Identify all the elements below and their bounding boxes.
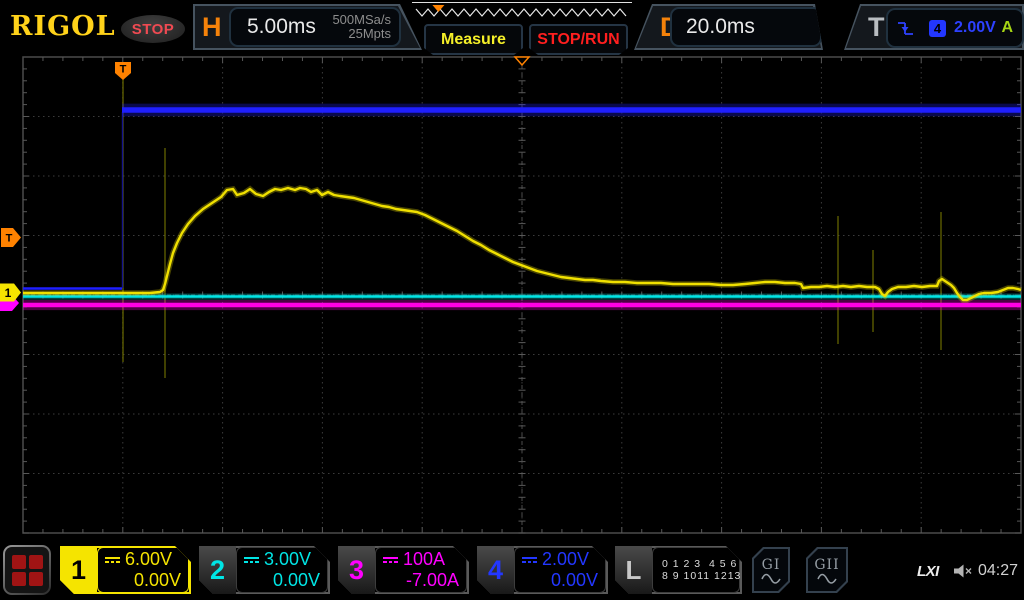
- horizontal-panel[interactable]: H 5.00ms 500MSa/s 25Mpts: [193, 4, 422, 50]
- svg-text:1: 1: [5, 286, 12, 300]
- channel-4-offset: 0.00V: [551, 570, 598, 591]
- channel-2-offset: 0.00V: [273, 570, 320, 591]
- rigol-logo: RIGOL: [10, 11, 116, 42]
- logic-channel-list: 0 1 2 3 4 5 6 7 8 9 1011 12131415: [652, 547, 740, 593]
- dc-coupling-icon: [522, 557, 537, 563]
- trigger-panel[interactable]: T 4 2.00V A: [844, 4, 1024, 50]
- logic-row-1: 0 1 2 3 4 5 6 7: [662, 558, 732, 570]
- acquisition-status-badge: STOP: [121, 15, 185, 43]
- memory-position-bar[interactable]: [412, 2, 632, 22]
- trigger-source-badge: 4: [929, 20, 946, 37]
- svg-text:T: T: [120, 64, 127, 76]
- channel-1-values: 6.00V 0.00V: [97, 547, 189, 593]
- memory-position-zigzag: [412, 3, 632, 22]
- channel-2-button[interactable]: 2 3.00V 0.00V: [199, 546, 330, 594]
- trigger-mode: A: [1001, 19, 1013, 37]
- channel-3-offset: -7.00A: [406, 570, 459, 591]
- channel-3-scale: 100A: [403, 549, 445, 570]
- channel-3-button[interactable]: 3 100A -7.00A: [338, 546, 469, 594]
- trigger-center-indicator: [515, 57, 529, 65]
- timebase-box: 5.00ms 500MSa/s 25Mpts: [229, 7, 401, 47]
- timebase-value: 5.00ms: [247, 15, 316, 39]
- trigger-slope-falling-icon: [896, 19, 915, 37]
- stop-run-button[interactable]: STOP/RUN: [529, 24, 628, 55]
- sine-wave-icon: [817, 573, 837, 584]
- oscilloscope-screen: { "header": { "logo": "RIGOL", "acq_stat…: [0, 0, 1024, 600]
- stop-run-button-label: STOP/RUN: [537, 31, 619, 49]
- horizontal-label: H: [202, 12, 222, 43]
- generator-1-button[interactable]: GI: [752, 547, 790, 593]
- svg-text:T: T: [6, 233, 13, 245]
- measure-button[interactable]: Measure: [424, 24, 523, 55]
- speaker-muted-icon[interactable]: [953, 563, 973, 579]
- channel-4-values: 2.00V 0.00V: [514, 547, 606, 593]
- dc-coupling-icon: [105, 557, 120, 563]
- menu-grid-icon: [5, 547, 49, 593]
- acquisition-status-label: STOP: [132, 21, 175, 38]
- logic-row-2: 8 9 1011 12131415: [662, 570, 732, 582]
- channel-2-scale: 3.00V: [264, 549, 311, 570]
- menu-button[interactable]: [3, 545, 51, 595]
- channel-4-scale: 2.00V: [542, 549, 589, 570]
- trigger-label: T: [868, 12, 885, 43]
- delay-value: 20.0ms: [686, 15, 755, 39]
- trigger-box: 4 2.00V A: [886, 8, 1024, 48]
- lxi-status: LXI: [917, 563, 939, 580]
- logic-analyzer-button[interactable]: L 0 1 2 3 4 5 6 7 8 9 1011 12131415: [615, 546, 742, 594]
- sample-rate-memdepth: 500MSa/s 25Mpts: [332, 13, 391, 41]
- dc-coupling-icon: [244, 557, 259, 563]
- channel-3-values: 100A -7.00A: [375, 547, 467, 593]
- channel-1-scale: 6.00V: [125, 549, 172, 570]
- generator-1-label: GI: [762, 557, 781, 573]
- measure-button-label: Measure: [441, 31, 506, 49]
- sine-wave-icon: [761, 573, 781, 584]
- waveform-display: T T 1: [0, 0, 1024, 600]
- dc-coupling-icon: [383, 557, 398, 563]
- clock: 04:27: [978, 562, 1018, 580]
- channel-4-button[interactable]: 4 2.00V 0.00V: [477, 546, 608, 594]
- memory-depth: 25Mpts: [348, 26, 391, 41]
- channel-2-values: 3.00V 0.00V: [236, 547, 328, 593]
- delay-box: 20.0ms: [670, 7, 822, 47]
- generator-2-label: GII: [814, 557, 839, 573]
- channel-1-offset: 0.00V: [134, 570, 181, 591]
- memory-position-marker[interactable]: [432, 5, 444, 12]
- generator-2-button[interactable]: GII: [806, 547, 848, 593]
- sample-rate: 500MSa/s: [332, 12, 391, 27]
- trigger-level-value: 2.00V: [954, 19, 996, 37]
- delay-panel[interactable]: D 20.0ms: [634, 4, 823, 50]
- channel-1-button[interactable]: 1 6.00V 0.00V: [60, 546, 191, 594]
